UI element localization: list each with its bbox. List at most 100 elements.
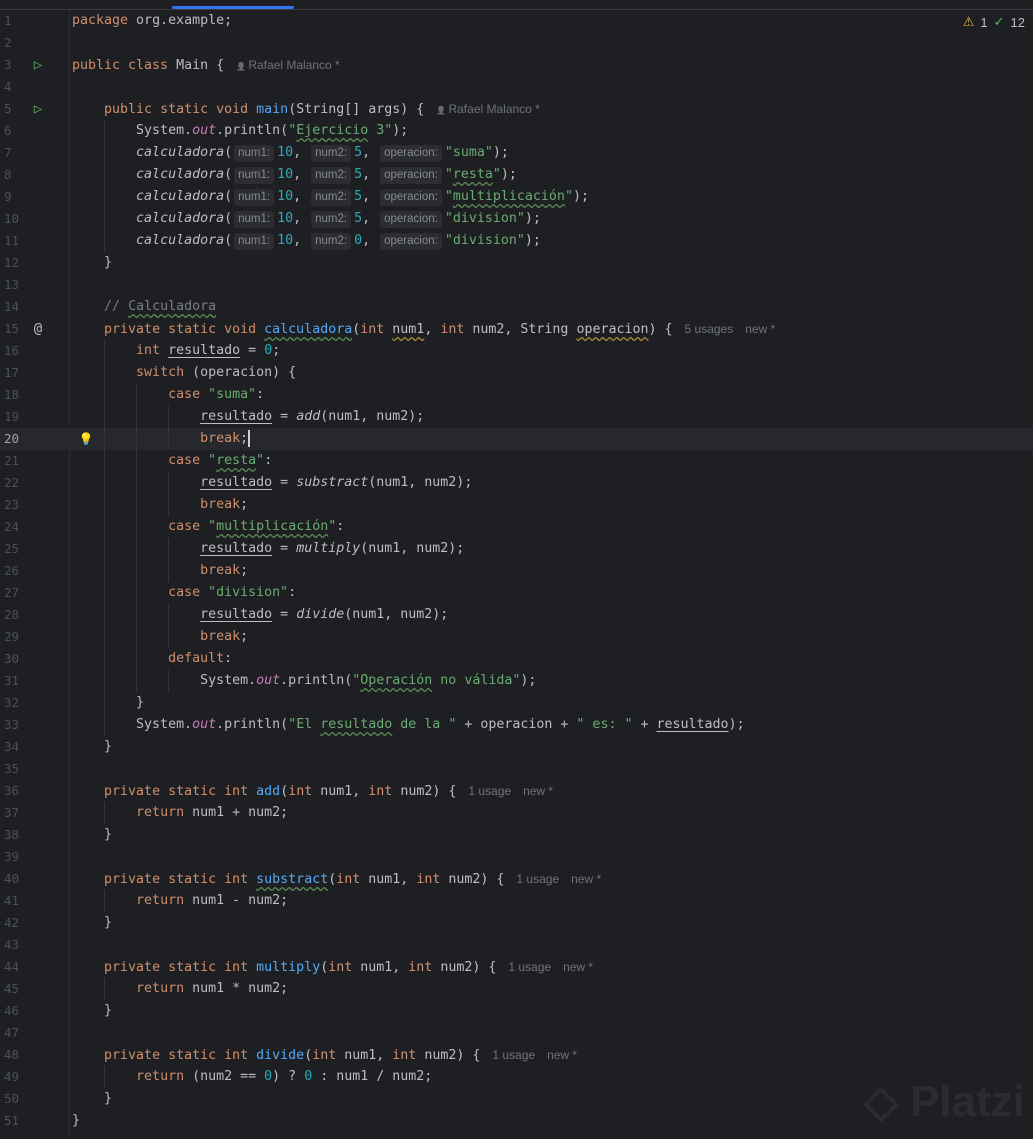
parameter-hint[interactable]: num1: [234,167,275,184]
line-number[interactable]: 11 [4,230,28,252]
code-line[interactable]: 17 switch (operacion) { [0,362,1033,384]
code-line[interactable]: 8 calculadora(num1: 10, num2: 5, operacion… [0,164,1033,186]
parameter-hint[interactable]: operacion: [380,145,442,162]
line-number[interactable]: 40 [4,868,28,890]
line-number[interactable]: 20 [4,428,28,450]
code-line[interactable]: 19 resultado = add(num1, num2); [0,406,1033,428]
code-line[interactable]: 21 case "resta": [0,450,1033,472]
code-line[interactable]: 48 private static int divide(int num1, i… [0,1044,1033,1066]
line-number[interactable]: 33 [4,714,28,736]
code-line[interactable]: 42 } [0,912,1033,934]
usage-hint[interactable]: 1 usage [516,872,559,886]
usage-hint[interactable]: 1 usage [492,1048,535,1062]
line-number[interactable]: 6 [4,120,28,142]
code-line[interactable]: 31 System.out.println("Operación no váli… [0,670,1033,692]
line-number[interactable]: 19 [4,406,28,428]
parameter-hint[interactable]: operacion: [380,233,442,250]
line-number[interactable]: 51 [4,1110,28,1132]
code-line[interactable]: 1 package org.example; [0,10,1033,32]
code-line[interactable]: 36 private static int add(int num1, int … [0,780,1033,802]
code-line[interactable]: 38 } [0,824,1033,846]
line-number[interactable]: 27 [4,582,28,604]
usage-hint[interactable]: 1 usage [468,784,511,798]
line-number[interactable]: 44 [4,956,28,978]
parameter-hint[interactable]: operacion: [380,189,442,206]
code-line[interactable]: 4 [0,76,1033,98]
code-editor[interactable]: 1 package org.example; 2 3 ▷ public class Mai… [0,10,1033,1132]
line-number[interactable]: 50 [4,1088,28,1110]
line-number[interactable]: 18 [4,384,28,406]
parameter-hint[interactable]: num1: [234,211,275,228]
code-line[interactable]: 33 System.out.println("El resultado de l… [0,714,1033,736]
usage-hint[interactable]: 1 usage [508,960,551,974]
code-line[interactable]: 47 [0,1022,1033,1044]
line-number[interactable]: 37 [4,802,28,824]
line-number[interactable]: 23 [4,494,28,516]
active-tab-indicator[interactable] [172,6,294,9]
parameter-hint[interactable]: num2: [311,145,352,162]
line-number[interactable]: 5 [4,98,28,120]
code-line[interactable]: 13 [0,274,1033,296]
code-line[interactable]: 9 calculadora(num1: 10, num2: 5, operacion… [0,186,1033,208]
line-number[interactable]: 43 [4,934,28,956]
line-number[interactable]: 17 [4,362,28,384]
code-line[interactable]: 32 } [0,692,1033,714]
code-line[interactable]: 2 [0,32,1033,54]
line-number[interactable]: 21 [4,450,28,472]
code-line[interactable]: 25 resultado = multiply(num1, num2); [0,538,1033,560]
code-line[interactable]: 12 } [0,252,1033,274]
code-line[interactable]: 43 [0,934,1033,956]
line-number[interactable]: 25 [4,538,28,560]
line-number[interactable]: 36 [4,780,28,802]
usage-hint[interactable]: new * [563,960,593,974]
line-number[interactable]: 38 [4,824,28,846]
code-line[interactable]: 20 💡 break; [0,428,1033,450]
code-line[interactable]: 41 return num1 - num2; [0,890,1033,912]
usage-hint[interactable]: 5 usages [685,322,734,336]
author-hint[interactable]: 👤 Rafael Malanco * [436,102,540,116]
parameter-hint[interactable]: num2: [311,167,352,184]
run-icon[interactable]: ▷ [30,98,46,120]
run-icon[interactable]: ▷ [30,54,46,76]
line-number[interactable]: 12 [4,252,28,274]
code-line[interactable]: 15 @ private static void calculadora(int … [0,318,1033,340]
line-number[interactable]: 24 [4,516,28,538]
line-number[interactable]: 4 [4,76,28,98]
usage-hint[interactable]: new * [523,784,553,798]
usage-hint[interactable]: new * [547,1048,577,1062]
code-line[interactable]: 34 } [0,736,1033,758]
line-number[interactable]: 2 [4,32,28,54]
code-line[interactable]: 29 break; [0,626,1033,648]
code-line[interactable]: 46 } [0,1000,1033,1022]
line-number[interactable]: 46 [4,1000,28,1022]
code-line[interactable]: 6 System.out.println("Ejercicio 3"); [0,120,1033,142]
line-number[interactable]: 39 [4,846,28,868]
line-number[interactable]: 32 [4,692,28,714]
line-number[interactable]: 49 [4,1066,28,1088]
code-line[interactable]: 7 calculadora(num1: 10, num2: 5, operacion… [0,142,1033,164]
code-line[interactable]: 11 calculadora(num1: 10, num2: 0, operacio… [0,230,1033,252]
line-number[interactable]: 35 [4,758,28,780]
line-number[interactable]: 7 [4,142,28,164]
line-number[interactable]: 41 [4,890,28,912]
parameter-hint[interactable]: num1: [234,189,275,206]
line-number[interactable]: 10 [4,208,28,230]
parameter-hint[interactable]: operacion: [380,211,442,228]
parameter-hint[interactable]: num2: [311,211,352,228]
parameter-hint[interactable]: num1: [234,145,275,162]
usage-hint[interactable]: new * [745,322,775,336]
code-line[interactable]: 39 [0,846,1033,868]
line-number[interactable]: 3 [4,54,28,76]
line-number[interactable]: 8 [4,164,28,186]
parameter-hint[interactable]: num2: [311,189,352,206]
code-line[interactable]: 26 break; [0,560,1033,582]
line-number[interactable]: 14 [4,296,28,318]
usage-hint[interactable]: new * [571,872,601,886]
line-number[interactable]: 45 [4,978,28,1000]
line-number[interactable]: 29 [4,626,28,648]
parameter-hint[interactable]: num2: [311,233,352,250]
line-number[interactable]: 28 [4,604,28,626]
code-line[interactable]: 28 resultado = divide(num1, num2); [0,604,1033,626]
line-number[interactable]: 15 [4,318,28,340]
code-line[interactable]: 14 // Calculadora [0,296,1033,318]
